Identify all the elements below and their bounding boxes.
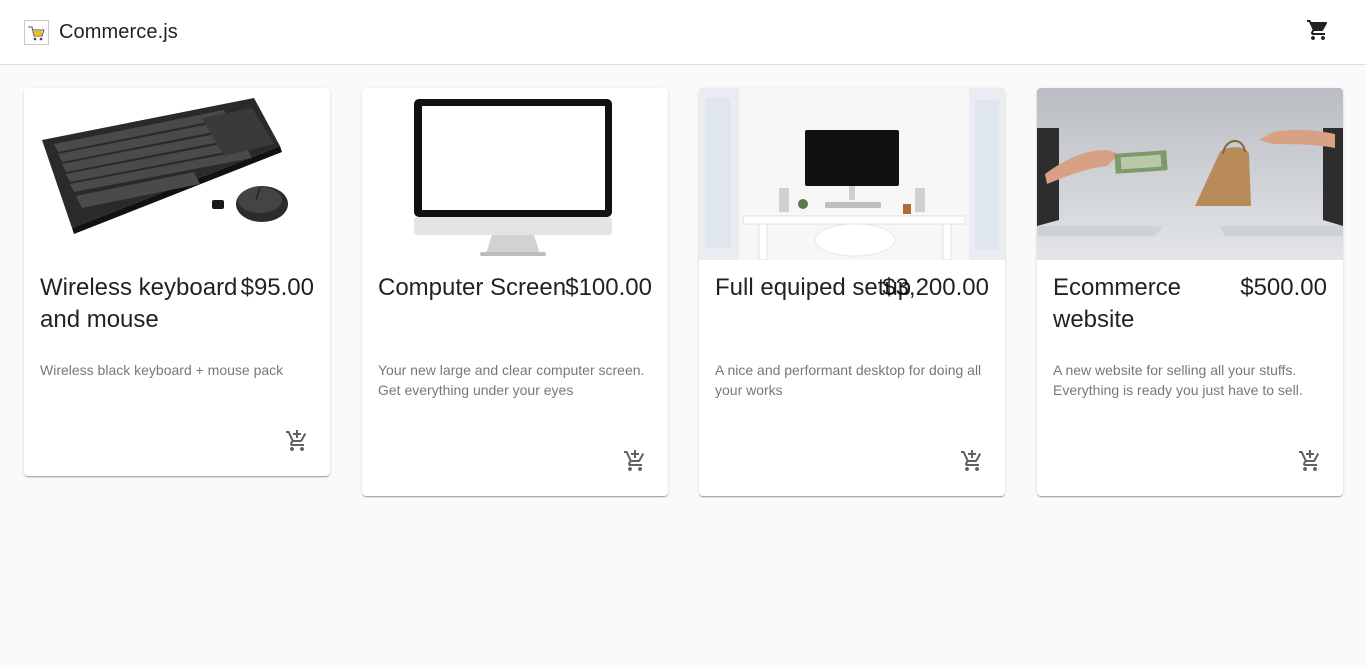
product-name: Computer Screen — [378, 274, 567, 301]
product-card: Ecommerce website $500.00 A new website … — [1037, 88, 1343, 496]
product-price: $500.00 — [1240, 274, 1327, 301]
product-price: $3,200.00 — [882, 274, 989, 301]
product-price: $95.00 — [240, 274, 314, 301]
keyboard-mouse-image — [24, 88, 330, 260]
monitor-image — [362, 88, 668, 260]
product-image — [1037, 88, 1343, 260]
product-description: Wireless black keyboard + mouse pack — [40, 362, 284, 378]
add-to-cart-button[interactable] — [1289, 442, 1331, 484]
add-shopping-cart-icon — [285, 429, 309, 458]
product-description: A nice and performant desktop for doing … — [715, 362, 982, 398]
add-to-cart-button[interactable] — [614, 442, 656, 484]
product-description: Your new large and clear computer screen… — [378, 362, 645, 398]
app-bar: Commerce.js — [0, 0, 1366, 65]
product-image — [24, 88, 330, 260]
product-card: Wireless keyboard and mouse $95.00 Wirel… — [24, 88, 330, 476]
product-name: Wireless keyboard and mouse — [40, 274, 238, 333]
brand-title: Commerce.js — [59, 20, 178, 43]
add-shopping-cart-icon — [623, 449, 647, 478]
cart-button[interactable] — [1300, 14, 1336, 50]
add-shopping-cart-icon — [1298, 449, 1322, 478]
product-name: Ecommerce website — [1053, 274, 1182, 333]
add-to-cart-button[interactable] — [951, 442, 993, 484]
product-image — [362, 88, 668, 260]
product-description: A new website for selling all your stuff… — [1053, 362, 1303, 398]
ecommerce-laptops-image — [1037, 88, 1343, 260]
add-shopping-cart-icon — [960, 449, 984, 478]
brand[interactable]: Commerce.js — [24, 18, 178, 46]
product-price: $100.00 — [565, 274, 652, 301]
store-logo-icon — [24, 19, 49, 45]
shopping-cart-icon — [1306, 18, 1330, 47]
product-card: Computer Screen $100.00 Your new large a… — [362, 88, 668, 496]
product-image — [699, 88, 1005, 260]
desk-setup-image — [699, 88, 1005, 260]
add-to-cart-button[interactable] — [276, 422, 318, 464]
product-card: Full equiped setup $3,200.00 A nice and … — [699, 88, 1005, 496]
